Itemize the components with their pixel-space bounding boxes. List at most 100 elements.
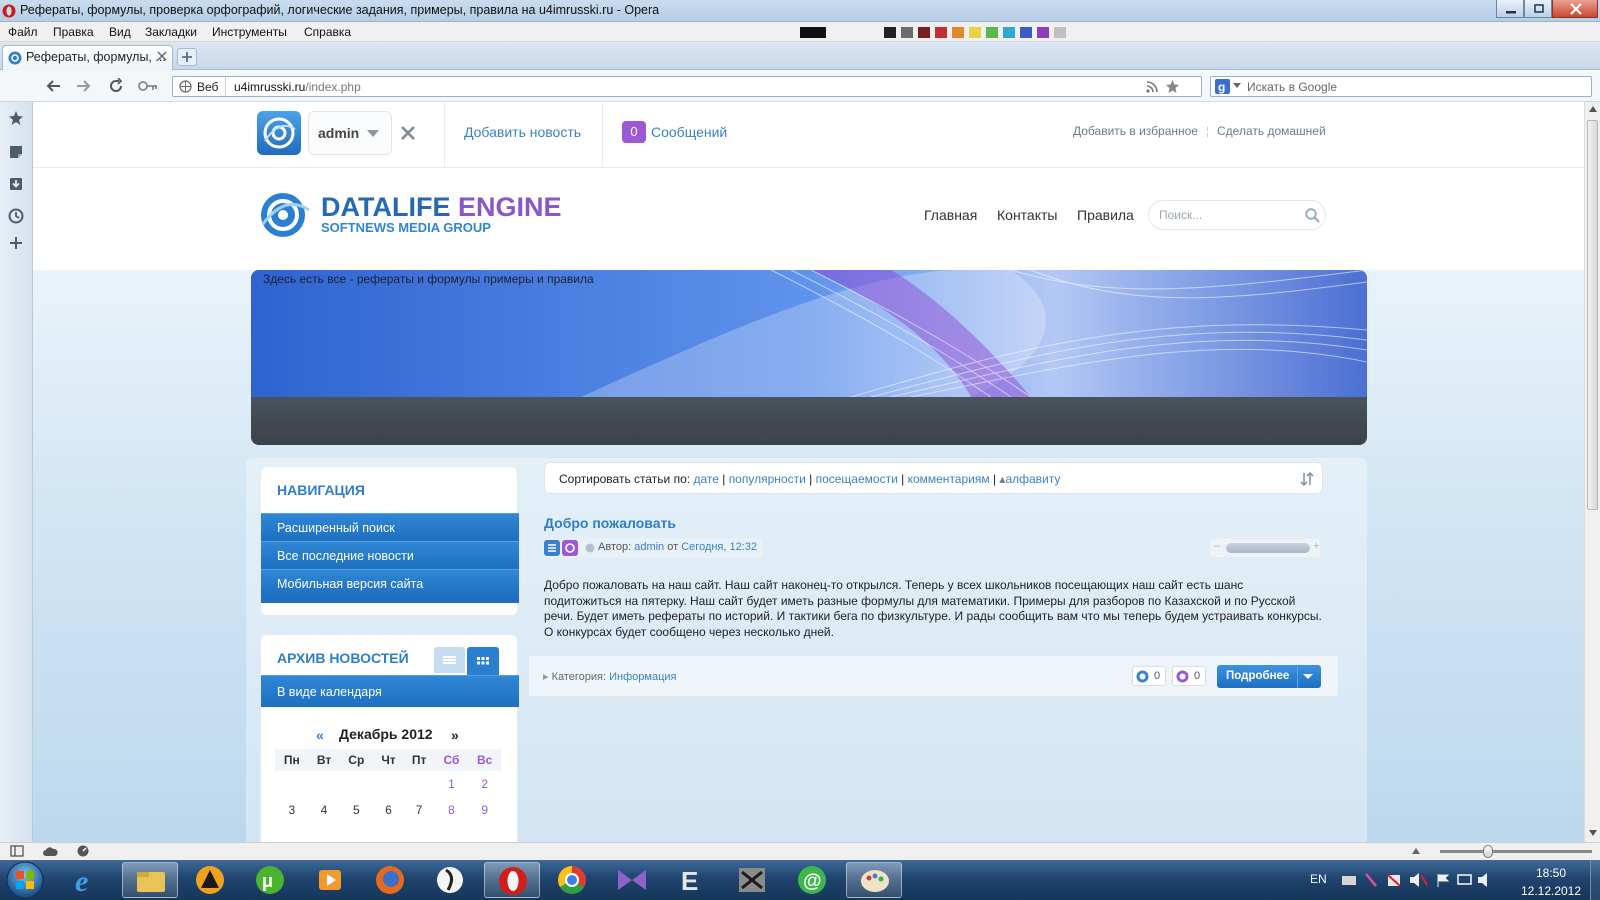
taskbar-opera-icon[interactable] — [484, 862, 540, 898]
new-tab-button[interactable] — [177, 48, 197, 66]
google-search-box[interactable]: g Искать в Google — [1210, 76, 1592, 97]
site-logo-icon[interactable] — [257, 190, 311, 240]
address-bar[interactable]: Веб u4imrusski.ru/index.php — [172, 76, 1202, 97]
site-logo-text[interactable]: DATALIFE ENGINE — [321, 192, 562, 223]
close-window-button[interactable] — [1552, 0, 1598, 18]
logout-close-icon[interactable] — [400, 125, 416, 141]
tab-close-icon[interactable] — [157, 51, 167, 61]
menu-help[interactable]: Справка — [304, 25, 351, 39]
sort-by-visits[interactable]: посещаемости — [816, 472, 898, 486]
menu-tools[interactable]: Инструменты — [212, 25, 287, 39]
article-category[interactable]: Информация — [609, 671, 676, 683]
calendar-day[interactable]: 6 — [373, 797, 403, 823]
sort-by-date[interactable]: дате — [693, 472, 718, 486]
language-indicator[interactable]: EN — [1310, 872, 1327, 886]
add-panel-icon[interactable] — [9, 236, 23, 250]
archive-list-view-button[interactable] — [434, 647, 465, 673]
show-desktop-button[interactable] — [1590, 860, 1600, 900]
notes-icon[interactable] — [8, 144, 24, 160]
archive-calendar-view-button[interactable] — [467, 647, 499, 675]
search-icon[interactable] — [1305, 208, 1320, 223]
comments-counter[interactable]: 0 — [1132, 666, 1166, 686]
panel-toggle-icon[interactable] — [10, 845, 24, 857]
zoom-slider[interactable] — [1440, 850, 1592, 853]
rss-icon[interactable] — [1146, 80, 1159, 93]
article-rating[interactable]: – + — [1210, 539, 1320, 557]
nav-home[interactable]: Главная — [924, 207, 977, 223]
start-button[interactable] — [2, 860, 48, 900]
add-favorites-link[interactable]: Добавить в избранное — [1073, 124, 1198, 138]
nav-advanced-search[interactable]: Расширенный поиск — [261, 513, 519, 541]
messages-link[interactable]: Сообщений — [651, 124, 727, 140]
article-edit-icon[interactable] — [562, 540, 578, 556]
site-search-box[interactable]: Поиск... — [1148, 200, 1326, 230]
taskbar-aimp-icon[interactable] — [182, 862, 238, 898]
rating-minus[interactable]: – — [1214, 540, 1220, 552]
taskbar-media-player-icon[interactable] — [302, 862, 358, 898]
menu-bookmarks[interactable]: Закладки — [145, 25, 197, 39]
read-more-button[interactable]: Подробнее — [1217, 665, 1321, 688]
calendar-day[interactable]: 1 — [435, 771, 469, 797]
nav-rules[interactable]: Правила — [1077, 207, 1134, 223]
menu-edit[interactable]: Правка — [53, 25, 94, 39]
calendar-day[interactable]: 8 — [435, 797, 469, 823]
scroll-up-icon[interactable] — [1589, 106, 1597, 112]
history-clock-icon[interactable] — [8, 208, 24, 224]
tray-clock-time[interactable]: 18:50 — [1516, 866, 1586, 880]
user-avatar[interactable] — [257, 111, 301, 155]
opera-unite-cloud-icon[interactable] — [42, 845, 58, 857]
read-more-dropdown-icon[interactable] — [1303, 674, 1313, 680]
taskbar-game-icon[interactable] — [724, 862, 780, 898]
taskbar-aol-icon[interactable] — [422, 862, 478, 898]
tray-clock-date[interactable]: 12.12.2012 — [1516, 884, 1586, 898]
taskbar-ie-icon[interactable]: e — [60, 862, 116, 898]
menu-view[interactable]: Вид — [109, 25, 131, 39]
engine-dropdown-icon[interactable] — [1233, 83, 1241, 89]
scroll-thumb[interactable] — [1587, 120, 1598, 510]
taskbar-utorrent-icon[interactable]: μ — [242, 862, 298, 898]
calendar-prev-month[interactable]: « — [316, 727, 324, 743]
status-expand-icon[interactable] — [1412, 848, 1420, 854]
minimize-button[interactable] — [1496, 0, 1524, 18]
calendar-next-month[interactable]: » — [451, 727, 459, 743]
bookmarks-star-icon[interactable] — [8, 110, 24, 126]
tab-active[interactable]: Рефераты, формулы, ... — [2, 45, 173, 70]
rating-plus[interactable]: + — [1313, 540, 1319, 552]
calendar-day[interactable]: 9 — [468, 797, 501, 823]
forward-icon[interactable] — [75, 78, 93, 94]
calendar-day[interactable]: 3 — [275, 797, 309, 823]
article-title[interactable]: Добро пожаловать — [544, 515, 676, 531]
sort-by-comments[interactable]: комментариям — [908, 472, 990, 486]
bookmark-star-icon[interactable] — [1165, 79, 1180, 94]
taskbar-explorer-icon[interactable] — [122, 862, 178, 898]
messages-count-badge[interactable]: 0 — [622, 121, 646, 143]
nav-contacts[interactable]: Контакты — [997, 207, 1057, 223]
vertical-scrollbar[interactable] — [1584, 102, 1600, 842]
make-home-link[interactable]: Сделать домашней — [1217, 124, 1326, 138]
taskbar-firefox-icon[interactable] — [362, 862, 418, 898]
wand-key-icon[interactable] — [138, 79, 158, 93]
sort-by-popularity[interactable]: популярности — [729, 472, 806, 486]
zoom-slider-handle[interactable] — [1483, 845, 1493, 858]
calendar-day[interactable]: 4 — [309, 797, 340, 823]
sort-toggle-icon[interactable] — [1300, 472, 1314, 486]
sort-by-alphabet[interactable]: алфавиту — [1005, 472, 1060, 486]
taskbar-paint-icon[interactable] — [846, 862, 902, 898]
article-author[interactable]: admin — [634, 541, 664, 553]
calendar-day[interactable]: 2 — [468, 771, 501, 797]
taskbar-mail-agent-icon[interactable]: @ — [784, 862, 840, 898]
nav-latest-news[interactable]: Все последние новости — [261, 541, 519, 569]
downloads-icon[interactable] — [8, 176, 24, 192]
maximize-button[interactable] — [1524, 0, 1552, 18]
menu-file[interactable]: Файл — [8, 25, 38, 39]
opera-turbo-icon[interactable] — [76, 845, 90, 857]
taskbar-eclipse-icon[interactable]: E — [664, 862, 720, 898]
add-news-link[interactable]: Добавить новость — [464, 124, 581, 140]
calendar-day[interactable]: 7 — [404, 797, 435, 823]
user-menu-dropdown[interactable]: admin — [308, 111, 392, 155]
taskbar-visual-studio-icon[interactable] — [604, 862, 660, 898]
scroll-down-icon[interactable] — [1589, 830, 1597, 836]
taskbar-chrome-icon[interactable] — [544, 862, 600, 898]
calendar-day[interactable]: 5 — [339, 797, 373, 823]
google-engine-icon[interactable]: g — [1215, 79, 1230, 94]
